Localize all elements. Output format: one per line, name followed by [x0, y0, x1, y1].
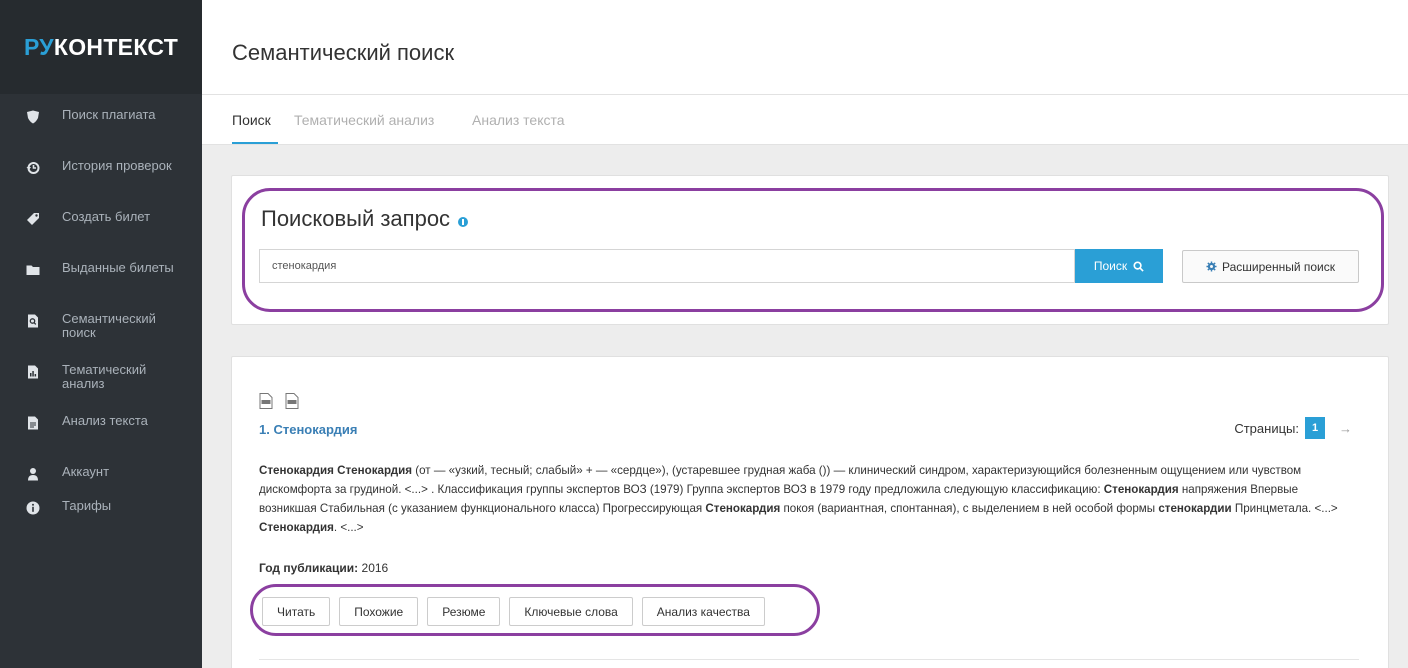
active-tab-indicator [232, 142, 278, 144]
sidebar-item-label: Тематический анализ [62, 362, 147, 391]
sidebar-item-create-ticket[interactable]: Создать билет [0, 210, 202, 261]
chart-doc-icon [28, 365, 38, 379]
similar-button[interactable]: Похожие [339, 597, 419, 626]
keywords-button[interactable]: Ключевые слова [509, 597, 633, 626]
sidebar-item-label: Тарифы [62, 498, 112, 513]
help-icon[interactable] [458, 217, 469, 227]
page-header: Семантический поиск [202, 0, 1408, 95]
pdf-file-icon[interactable] [285, 393, 299, 409]
snippet-keyword: Стенокардия [705, 502, 781, 515]
snippet-text: покоя (вариантная, спонтанная), с выделе… [780, 502, 1159, 515]
search-button[interactable]: Поиск [1075, 249, 1163, 283]
tab-thematic-analysis[interactable]: Тематический анализ [294, 112, 434, 128]
shield-icon [27, 110, 39, 124]
snippet-keyword: Стенокардия [259, 464, 334, 477]
sidebar-item-label: Анализ текста [62, 413, 148, 428]
pages-label: Страницы: [1234, 420, 1299, 436]
snippet-text: . <...> [333, 521, 364, 534]
tab-search[interactable]: Поиск [232, 112, 271, 128]
year-value: 2016 [361, 561, 389, 575]
tab-bar: Поиск Тематический анализ Анализ текста [202, 95, 1408, 145]
snippet-keyword: Стенокардия [259, 521, 334, 534]
sidebar-item-label: Поиск плагиата [62, 107, 156, 122]
sidebar: РУ КОНТЕКСТ Поиск плагиата История провер… [0, 0, 202, 668]
next-page-arrow[interactable]: → [1339, 421, 1352, 436]
sidebar-item-plagiarism[interactable]: Поиск плагиата [0, 108, 202, 159]
result-card: 1. Стенокардия Страницы: 1 → Стенокардия… [231, 356, 1389, 668]
sidebar-item-issued-tickets[interactable]: Выданные билеты [0, 261, 202, 312]
file-icons [259, 393, 299, 409]
quality-analysis-button[interactable]: Анализ качества [641, 597, 765, 626]
folder-icon [26, 265, 40, 275]
search-button-label: Поиск [1093, 259, 1128, 273]
snippet-keyword: Стенокардия [337, 464, 413, 477]
info-icon [26, 501, 40, 515]
year-label: Год публикации: [259, 561, 359, 575]
document-icon [28, 416, 38, 430]
history-icon [26, 162, 40, 174]
search-input[interactable] [259, 249, 1075, 283]
sidebar-item-label: Аккаунт [62, 464, 110, 479]
sidebar-item-label: Выданные билеты [62, 260, 174, 275]
result-snippet: Стенокардия Стенокардия (от — «узкий, те… [259, 461, 1349, 537]
sidebar-item-thematic-analysis[interactable]: Тематический анализ [0, 363, 202, 414]
txt-file-icon[interactable] [259, 393, 273, 409]
pagination: Страницы: 1 → [1234, 417, 1352, 439]
tag-icon [27, 213, 39, 225]
search-title: Поисковый запрос [261, 206, 451, 231]
sidebar-item-semantic-search[interactable]: Семантический поиск [0, 312, 202, 363]
sidebar-item-text-analysis[interactable]: Анализ текста [0, 414, 202, 465]
sidebar-item-tariffs[interactable]: Тарифы [0, 499, 202, 533]
sidebar-item-label: Создать билет [62, 209, 151, 224]
search-card: Поисковый запрос Поиск Расширенный поиск [231, 175, 1389, 325]
sidebar-nav: Поиск плагиата История проверок Создать … [0, 94, 202, 533]
advanced-search-label: Расширенный поиск [1222, 259, 1335, 274]
advanced-search-button[interactable]: Расширенный поиск [1182, 250, 1359, 283]
user-icon [28, 468, 38, 481]
read-button[interactable]: Читать [262, 597, 331, 626]
divider [259, 659, 1359, 660]
sidebar-item-history[interactable]: История проверок [0, 159, 202, 210]
search-doc-icon [28, 314, 38, 328]
sidebar-item-label: Семантический поиск [62, 311, 156, 340]
page-title: Семантический поиск [232, 40, 455, 65]
publication-year: Год публикации: 2016 [259, 561, 388, 575]
brand-ru: РУ [23, 33, 54, 60]
result-actions: Читать Похожие Резюме Ключевые слова Ана… [262, 597, 765, 626]
result-title-link[interactable]: 1. Стенокардия [259, 422, 357, 437]
search-icon [1133, 260, 1144, 272]
page-1-button[interactable]: 1 [1305, 417, 1325, 439]
search-heading: Поисковый запрос [261, 206, 469, 232]
sidebar-item-account[interactable]: Аккаунт [0, 465, 202, 499]
snippet-text: Принцметала. <...> [1231, 502, 1338, 515]
snippet-keyword: стенокардии [1158, 502, 1232, 515]
snippet-keyword: Стенокардия [1103, 483, 1179, 496]
brand-logo[interactable]: РУ КОНТЕКСТ [0, 0, 202, 94]
brand-rest: КОНТЕКСТ [53, 33, 179, 60]
tab-text-analysis[interactable]: Анализ текста [472, 112, 565, 128]
gear-icon [1206, 261, 1217, 272]
sidebar-item-label: История проверок [62, 158, 172, 173]
summary-button[interactable]: Резюме [427, 597, 501, 626]
